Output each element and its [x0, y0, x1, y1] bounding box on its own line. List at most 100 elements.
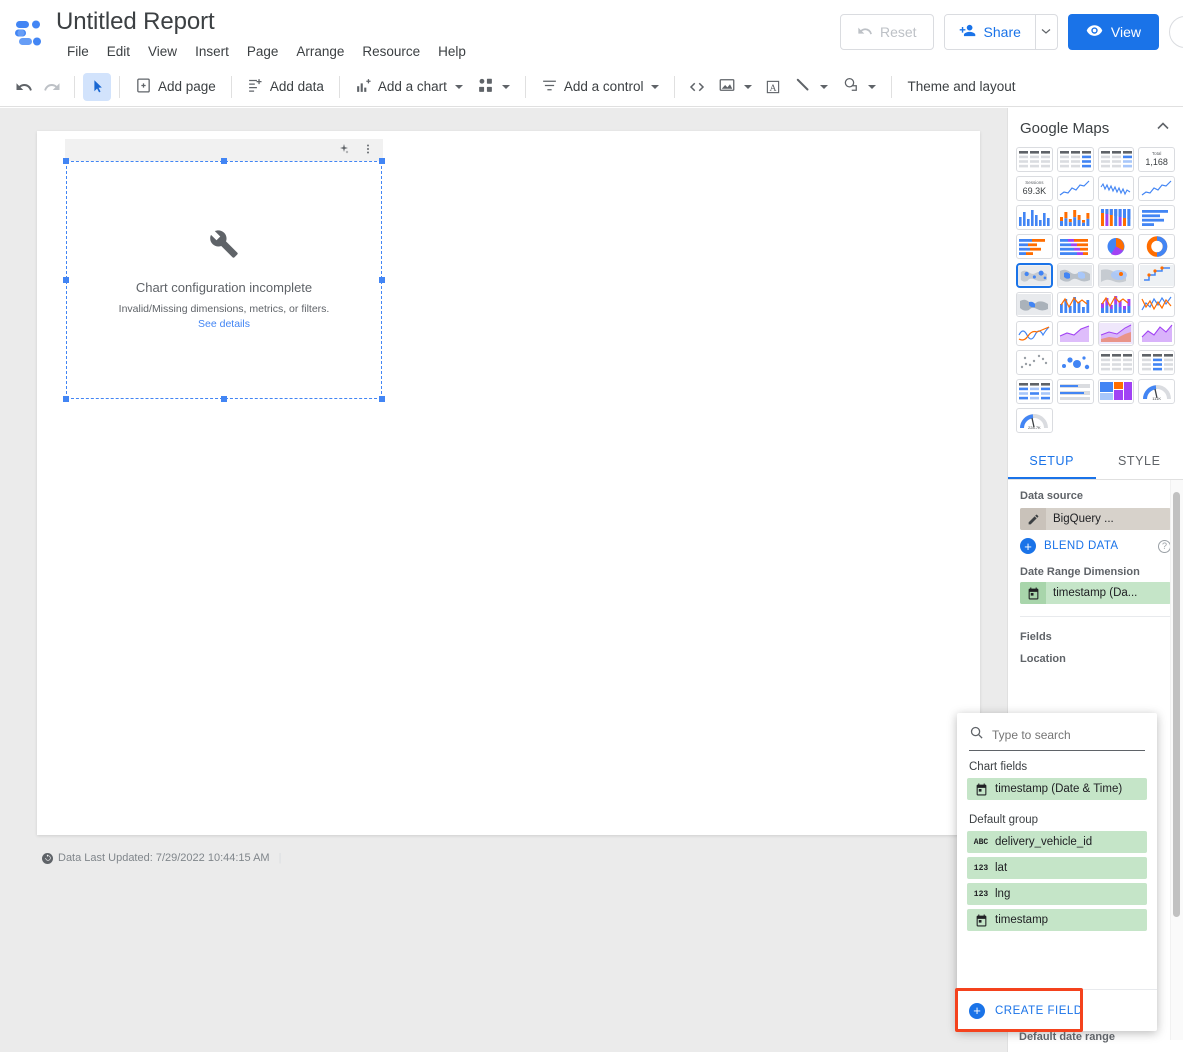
menu-file[interactable]: File: [58, 42, 98, 61]
line-tool-button[interactable]: [787, 73, 835, 101]
gallery-pivot-table-chart[interactable]: [1097, 350, 1135, 375]
gallery-smoothed-line-chart[interactable]: [1016, 321, 1053, 346]
gallery-100-stacked-area-chart[interactable]: [1138, 321, 1175, 346]
resize-handle-n[interactable]: [221, 158, 227, 164]
chevron-up-icon[interactable]: [1155, 118, 1171, 139]
tab-style[interactable]: STYLE: [1096, 443, 1183, 479]
resize-handle-nw[interactable]: [63, 158, 69, 164]
image-tool-button[interactable]: [711, 73, 759, 101]
toolbar-divider: [74, 75, 75, 98]
gallery-stacked-bar-chart[interactable]: [1016, 234, 1053, 259]
report-canvas[interactable]: Chart configuration incomplete Invalid/M…: [37, 131, 980, 835]
more-vert-icon[interactable]: [362, 142, 374, 160]
text-box-icon[interactable]: A: [759, 73, 787, 101]
resize-handle-ne[interactable]: [379, 158, 385, 164]
gallery-stacked-area-chart[interactable]: [1097, 321, 1135, 346]
gallery-gauge-large-chart[interactable]: 228.7K: [1016, 408, 1053, 433]
chart-placeholder[interactable]: Chart configuration incomplete Invalid/M…: [66, 161, 382, 398]
gallery-pivot-table-bars-chart[interactable]: [1138, 350, 1175, 375]
field-row-timestamp[interactable]: timestamp: [967, 909, 1147, 931]
gallery-stacked-combo-chart[interactable]: [1097, 292, 1135, 317]
account-avatar[interactable]: [1169, 16, 1183, 48]
search-input[interactable]: [992, 728, 1145, 742]
gallery-table-with-heatmap-chart[interactable]: [1097, 147, 1135, 172]
embed-code-icon[interactable]: [683, 73, 711, 101]
gallery-time-series-chart[interactable]: [1056, 176, 1094, 201]
tab-setup[interactable]: SETUP: [1008, 443, 1096, 479]
pencil-icon[interactable]: [1020, 508, 1046, 530]
gallery-line-combo-chart[interactable]: [1138, 292, 1175, 317]
menu-resource[interactable]: Resource: [353, 42, 429, 61]
add-chart-button[interactable]: Add a chart: [348, 73, 470, 101]
menu-help[interactable]: Help: [429, 42, 475, 61]
gallery-google-maps-bubble-map[interactable]: [1016, 263, 1053, 288]
shape-tool-button[interactable]: [835, 73, 883, 101]
gallery-100-stacked-bar-chart[interactable]: [1056, 234, 1094, 259]
panel-scroll-track[interactable]: [1170, 480, 1183, 1040]
resize-handle-sw[interactable]: [63, 396, 69, 402]
gallery-smoothed-time-series-chart[interactable]: [1138, 176, 1175, 201]
menu-view[interactable]: View: [139, 42, 186, 61]
resize-handle-s[interactable]: [221, 396, 227, 402]
looker-studio-logo-icon[interactable]: [14, 18, 46, 48]
gallery-treemap-colored-chart[interactable]: [1097, 379, 1135, 404]
create-field-label[interactable]: CREATE FIELD: [995, 1005, 1083, 1017]
add-page-button[interactable]: Add page: [128, 73, 223, 101]
gallery-donut-chart[interactable]: [1138, 234, 1175, 259]
resize-handle-w[interactable]: [63, 277, 69, 283]
plus-icon[interactable]: +: [1020, 538, 1036, 554]
gallery-area-chart[interactable]: [1056, 321, 1094, 346]
reset-button[interactable]: Reset: [839, 14, 934, 50]
date-range-dimension-chip[interactable]: timestamp (Da...: [1020, 582, 1171, 604]
menu-page[interactable]: Page: [238, 42, 288, 61]
redo-toolbar-icon[interactable]: [38, 73, 66, 101]
field-row-delivery-vehicle-id[interactable]: ABC delivery_vehicle_id: [967, 831, 1147, 853]
menu-arrange[interactable]: Arrange: [287, 42, 353, 61]
gallery-scatter-chart[interactable]: [1016, 350, 1053, 375]
see-details-link[interactable]: See details: [198, 318, 250, 330]
gallery-gauge-chart[interactable]: 111K: [1138, 379, 1175, 404]
menu-insert[interactable]: Insert: [186, 42, 238, 61]
gallery-100-stacked-column-chart[interactable]: [1097, 205, 1135, 230]
gallery-bullet-chart[interactable]: [1056, 379, 1094, 404]
view-button[interactable]: View: [1067, 14, 1159, 50]
panel-scroll-thumb[interactable]: [1173, 492, 1180, 917]
create-field-row[interactable]: + CREATE FIELD: [957, 989, 1157, 1031]
field-row-lng[interactable]: 123 lng: [967, 883, 1147, 905]
add-data-button[interactable]: Add data: [240, 73, 331, 101]
gallery-scorecard-compact-chart[interactable]: Sessions 69.3K: [1016, 176, 1053, 201]
gallery-bubble-chart[interactable]: [1056, 350, 1094, 375]
gallery-stacked-column-chart[interactable]: [1056, 205, 1094, 230]
add-control-button[interactable]: Add a control: [534, 73, 667, 101]
sparkle-icon[interactable]: [338, 142, 350, 160]
gallery-geo-chart[interactable]: [1016, 292, 1053, 317]
gallery-table-with-bars-chart[interactable]: [1056, 147, 1094, 172]
resize-handle-e[interactable]: [379, 277, 385, 283]
resize-handle-se[interactable]: [379, 396, 385, 402]
gallery-pie-chart[interactable]: [1097, 234, 1135, 259]
gallery-google-maps-filled-map[interactable]: [1056, 263, 1094, 288]
gallery-pivot-table-heatmap-chart[interactable]: [1016, 379, 1053, 404]
select-tool-icon[interactable]: [83, 72, 111, 101]
add-chart-icon: [355, 77, 372, 97]
gallery-treemap-chart[interactable]: [1138, 263, 1175, 288]
theme-and-layout-button[interactable]: Theme and layout: [900, 73, 1022, 101]
community-visualization-button[interactable]: [470, 73, 517, 101]
gallery-google-maps-heatmap[interactable]: [1097, 263, 1135, 288]
gallery-scorecard-chart[interactable]: Total 1,168: [1138, 147, 1175, 172]
data-source-chip[interactable]: BigQuery ...: [1020, 508, 1171, 530]
share-dropdown-toggle[interactable]: [1034, 15, 1057, 49]
123-icon: 123: [973, 889, 989, 899]
field-row-timestamp-date-time[interactable]: timestamp (Date & Time): [967, 778, 1147, 800]
share-button[interactable]: Share: [944, 15, 1035, 49]
field-row-lat[interactable]: 123 lat: [967, 857, 1147, 879]
menu-edit[interactable]: Edit: [98, 42, 139, 61]
gallery-table-chart[interactable]: [1016, 147, 1053, 172]
gallery-combo-chart[interactable]: [1056, 292, 1094, 317]
gallery-sparkline-chart[interactable]: [1097, 176, 1135, 201]
report-title[interactable]: Untitled Report: [56, 8, 215, 36]
gallery-column-chart[interactable]: [1016, 205, 1053, 230]
gallery-bar-chart[interactable]: [1138, 205, 1175, 230]
undo-toolbar-icon[interactable]: [10, 73, 38, 101]
blend-data-label[interactable]: BLEND DATA: [1044, 540, 1119, 552]
